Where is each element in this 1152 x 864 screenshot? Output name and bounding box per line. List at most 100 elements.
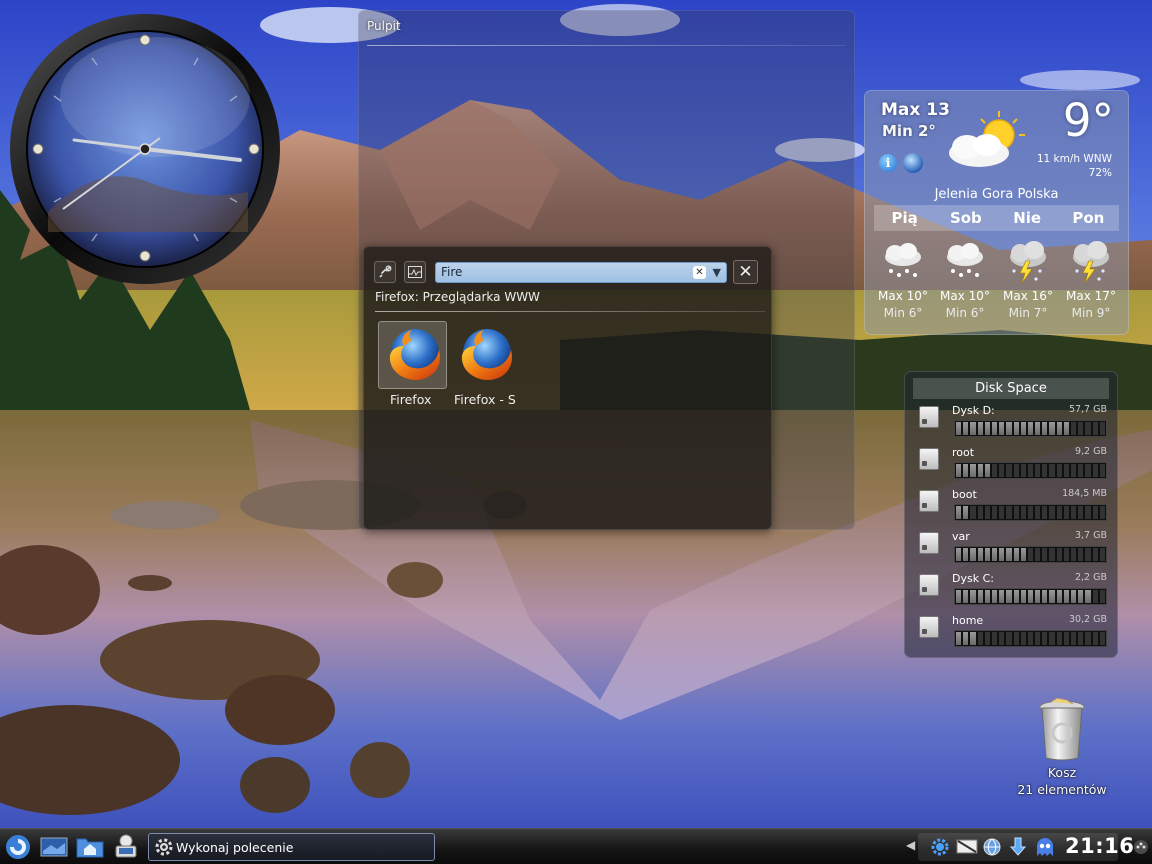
- forecast-min: Min 9°: [1071, 306, 1111, 320]
- disk-row[interactable]: root 9,2 GB: [913, 446, 1111, 486]
- disk-usage-segment: [999, 464, 1005, 477]
- disk-size: 2,2 GB: [1074, 572, 1107, 583]
- hard-drive-icon: [919, 448, 939, 470]
- taskbar-panel: Wykonaj polecenie ◀ 21:16: [0, 828, 1152, 864]
- disk-row[interactable]: Dysk C: 2,2 GB: [913, 572, 1111, 612]
- chevron-down-icon[interactable]: ▼: [713, 263, 721, 282]
- disk-usage-bar: [954, 504, 1107, 521]
- disk-usage-segment: [1006, 506, 1012, 519]
- result-item-firefox[interactable]: [378, 321, 447, 389]
- result-item-firefox-safe[interactable]: [450, 321, 519, 389]
- forecast-day: Max 10° Min 6°: [873, 241, 933, 320]
- disk-usage-segment: [1071, 506, 1077, 519]
- settings-wrench-icon[interactable]: [374, 261, 396, 283]
- run-command-dialog[interactable]: Fire ✕ ▼ ✕ Firefox: Przeglądarka WWW Fir…: [363, 246, 772, 530]
- disk-usage-segment: [1085, 632, 1091, 645]
- folder-view-title: Pulpit: [367, 19, 401, 33]
- tray-expand-arrow-icon[interactable]: ◀: [906, 838, 915, 852]
- disk-usage-segment: [1078, 506, 1084, 519]
- web-globe-icon[interactable]: [982, 837, 1002, 857]
- pacman-ghost-icon[interactable]: [1034, 836, 1056, 858]
- disk-row[interactable]: home 30,2 GB: [913, 614, 1111, 654]
- analog-clock-widget[interactable]: [8, 12, 283, 287]
- disk-usage-segment: [1092, 548, 1098, 561]
- disk-usage-segment: [1006, 464, 1012, 477]
- disk-usage-segment: [991, 548, 998, 561]
- disk-row[interactable]: Dysk D: 57,7 GB: [913, 404, 1111, 444]
- disk-usage-segment: [977, 590, 983, 603]
- disk-usage-bar: [954, 630, 1107, 647]
- clear-input-icon[interactable]: ✕: [693, 266, 706, 279]
- disk-usage-segment: [999, 632, 1005, 645]
- disk-row[interactable]: var 3,7 GB: [913, 530, 1111, 570]
- disk-usage-segment: [1049, 422, 1055, 435]
- info-icon[interactable]: i: [879, 154, 897, 172]
- disk-usage-segment: [991, 422, 998, 435]
- disk-usage-segment: [1013, 590, 1019, 603]
- disk-row[interactable]: boot 184,5 MB: [913, 488, 1111, 528]
- disk-usage-segment: [1092, 464, 1098, 477]
- disk-usage-segment: [1027, 590, 1034, 603]
- disk-usage-segment: [1035, 506, 1041, 519]
- disk-usage-segment: [991, 506, 998, 519]
- disk-usage-segment: [977, 632, 983, 645]
- forecast-day: Max 16° Min 7°: [998, 241, 1058, 320]
- task-run-command[interactable]: Wykonaj polecenie: [148, 833, 435, 861]
- disk-usage-segment: [1042, 464, 1048, 477]
- disk-name: Dysk C:: [952, 572, 994, 585]
- trash-desktop-icon[interactable]: Kosz 21 elementów: [1010, 698, 1114, 798]
- trash-icon: [1039, 698, 1085, 761]
- disk-usage-segment: [970, 548, 976, 561]
- panel-clock[interactable]: 21:16: [1065, 834, 1134, 858]
- disk-usage-segment: [1085, 422, 1091, 435]
- weather-humidity: 72%: [1088, 167, 1112, 179]
- disk-usage-segment: [956, 506, 962, 519]
- disk-space-widget[interactable]: Disk Space Dysk D: 57,7 GB root 9,2 GB b…: [904, 371, 1118, 658]
- disk-usage-segment: [1035, 632, 1041, 645]
- run-command-input[interactable]: Fire ✕ ▼: [435, 262, 727, 283]
- system-settings-icon[interactable]: [111, 833, 141, 861]
- forecast-max: Max 10°: [940, 289, 990, 303]
- weather-wind: 11 km/h WNW: [1036, 153, 1112, 165]
- globe-icon[interactable]: [903, 153, 923, 173]
- desktop-icon[interactable]: [39, 833, 69, 861]
- disk-usage-segment: [1013, 506, 1019, 519]
- firefox-icon: [461, 329, 512, 380]
- home-folder-icon[interactable]: [75, 833, 105, 861]
- disk-size: 184,5 MB: [1062, 488, 1107, 499]
- system-activity-icon[interactable]: [404, 261, 426, 283]
- disk-usage-segment: [963, 422, 969, 435]
- kde-menu-icon[interactable]: [3, 833, 33, 861]
- disk-usage-segment: [1020, 632, 1026, 645]
- disk-usage-segment: [977, 506, 983, 519]
- network-icon[interactable]: [956, 838, 978, 856]
- disk-usage-segment: [984, 422, 990, 435]
- disk-usage-segment: [1020, 464, 1026, 477]
- download-arrow-icon[interactable]: [1008, 836, 1028, 858]
- disk-usage-segment: [970, 506, 976, 519]
- disk-usage-segment: [1020, 548, 1026, 561]
- disk-usage-segment: [1092, 506, 1098, 519]
- sun-cloud-icon: [949, 111, 1025, 167]
- close-button[interactable]: ✕: [733, 260, 758, 284]
- plasma-cashew-icon[interactable]: [1133, 839, 1149, 855]
- gear-icon: [155, 838, 173, 856]
- forecast-max: Max 17°: [1066, 289, 1116, 303]
- disk-usage-segment: [991, 464, 998, 477]
- disk-usage-segment: [1042, 590, 1048, 603]
- weather-widget[interactable]: Max 13 Min 2° 9° 11 km/h WNW 72% i Jelen…: [864, 90, 1129, 335]
- disk-usage-segment: [963, 506, 969, 519]
- disk-name: home: [952, 614, 984, 627]
- disk-usage-segment: [1078, 422, 1084, 435]
- result-label: Firefox - S: [454, 392, 516, 407]
- disk-usage-segment: [1056, 422, 1062, 435]
- forecast-day: Max 17° Min 9°: [1061, 241, 1121, 320]
- snow-cloud-icon: [885, 243, 921, 277]
- disk-usage-segment: [1042, 632, 1048, 645]
- klipper-gear-icon[interactable]: [930, 837, 950, 857]
- disk-usage-segment: [1049, 590, 1055, 603]
- disk-usage-segment: [1013, 548, 1019, 561]
- disk-usage-segment: [970, 632, 976, 645]
- disk-usage-segment: [1042, 506, 1048, 519]
- disk-usage-segment: [1099, 506, 1105, 519]
